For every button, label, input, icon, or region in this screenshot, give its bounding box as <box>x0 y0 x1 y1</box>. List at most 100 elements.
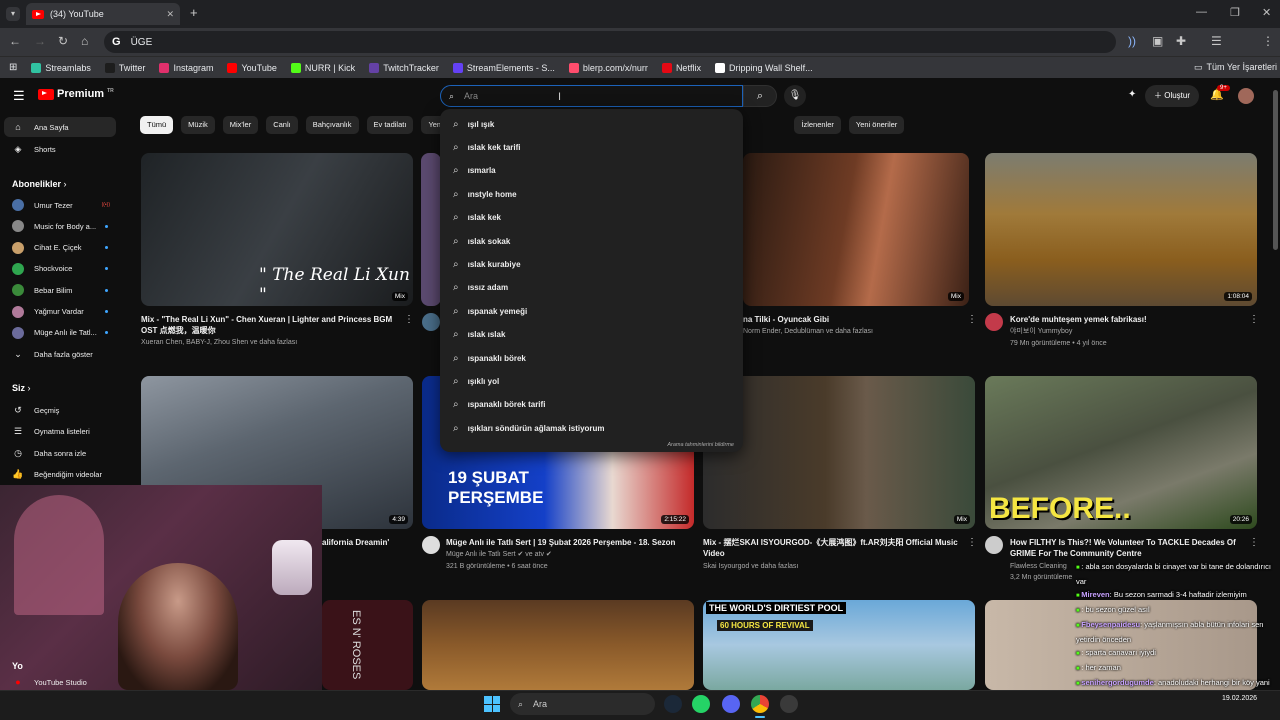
search-suggestion[interactable]: ⌕ ıslak kurabiye <box>440 253 743 275</box>
video-title-line2[interactable]: OST 点燃我，温暖你 <box>141 325 216 336</box>
chip-0[interactable]: Tümü <box>140 116 174 134</box>
video-title-line2[interactable]: GRIME For The Community Centre <box>1010 548 1142 559</box>
bookmark-item[interactable]: Instagram <box>159 62 213 73</box>
search-suggestion[interactable]: ⌕ ıslak kek tarifi <box>440 136 743 158</box>
back-icon[interactable]: ← <box>9 34 21 48</box>
search-suggestion[interactable]: ⌕ ışıkları söndürün ağlamak istiyorum <box>440 417 743 439</box>
video-title[interactable]: Mix - 摆烂SKAI ISYOURGOD-《大展鸿图》ft.AR刘夫阳 Of… <box>703 537 958 548</box>
video-channel[interactable]: Skai Isyourgod ve daha fazlası <box>703 561 798 572</box>
youtube-logo[interactable]: Premium TR <box>38 88 114 100</box>
maximize-button[interactable]: ❐ <box>1230 6 1240 19</box>
menu-icon[interactable]: ⋮ <box>1262 34 1274 48</box>
search-suggestion[interactable]: ⌕ ıslak kek <box>440 207 743 229</box>
tab-list-button[interactable]: ▾ <box>6 7 20 21</box>
bookmark-item[interactable]: StreamElements - S... <box>452 62 555 73</box>
account-avatar[interactable] <box>1238 88 1254 104</box>
chip-1[interactable]: Müzik <box>181 116 215 134</box>
apps-icon[interactable]: ⊞ <box>9 62 17 73</box>
address-bar[interactable]: G ÜGE <box>104 31 1116 53</box>
system-clock[interactable]: 19.02.2026 <box>1222 694 1257 704</box>
video-title[interactable]: Müge Anlı ile Tatlı Sert | 19 Şubat 2026… <box>446 537 675 548</box>
you-header[interactable]: Siz › <box>12 383 31 393</box>
video-thumbnail[interactable]: THE WORLD'S DIRTIEST POOL 60 HOURS OF RE… <box>703 600 975 690</box>
video-channel[interactable]: Flawless Cleaning <box>1010 561 1067 572</box>
create-button[interactable]: ＋ Oluştur <box>1145 85 1199 107</box>
search-suggestion[interactable]: ⌕ ısmarla <box>440 160 743 182</box>
bookmark-item[interactable]: Netflix <box>661 62 701 73</box>
browser-tab[interactable]: (34) YouTube ✕ <box>26 3 180 25</box>
sidebar-item-playlist[interactable]: ☰ Oynatma listeleri <box>4 422 116 442</box>
new-tab-button[interactable]: + <box>190 5 198 20</box>
bookmark-item[interactable]: blerp.com/x/nurr <box>568 62 648 73</box>
subscription-item[interactable]: Cihat E. Çiçek <box>4 238 116 258</box>
report-predictions-link[interactable]: Arama tahminlerini bildirme <box>667 442 734 448</box>
whatsapp-icon[interactable] <box>692 695 710 713</box>
search-suggestion[interactable]: ⌕ ışıklı yol <box>440 370 743 392</box>
sidebar-item-home[interactable]: ⌂ Ana Sayfa <box>4 117 116 137</box>
video-thumbnail[interactable] <box>421 153 441 306</box>
video-channel[interactable]: Xueran Chen, BABY-J, Zhou Shen ve daha f… <box>141 337 297 348</box>
video-title[interactable]: Mix - "The Real Li Xun" - Chen Xueran | … <box>141 314 403 325</box>
video-menu-icon[interactable]: ⋮ <box>967 537 977 548</box>
search-suggestion[interactable]: ⌕ ıspanaklı börek tarifi <box>440 394 743 416</box>
sidebar-item-history[interactable]: ↺ Geçmiş <box>4 400 116 420</box>
search-input[interactable]: ⌕ Ara <box>440 85 743 107</box>
extensions-icon[interactable]: ✚ <box>1176 34 1186 48</box>
search-suggestion[interactable]: ⌕ ıssız adam <box>440 277 743 299</box>
subscription-item[interactable]: Müge Anlı ile Tatl... <box>4 323 116 343</box>
video-thumbnail[interactable]: Mix <box>703 376 975 529</box>
taskbar-search[interactable]: ⌕ Ara <box>510 693 655 715</box>
chrome-icon[interactable] <box>751 695 769 713</box>
video-channel[interactable]: Norm Ender, Dedublüman ve daha fazlası <box>743 326 873 337</box>
bookmark-item[interactable]: TwitchTracker <box>369 62 439 73</box>
video-thumbnail[interactable]: ES N' ROSES <box>322 600 413 690</box>
search-suggestion[interactable]: ⌕ ıslak sokak <box>440 230 743 252</box>
video-channel[interactable]: Müge Anlı ile Tatlı Sert ✔ ve atv ✔ <box>446 549 552 560</box>
channel-avatar[interactable] <box>422 313 440 331</box>
home-icon[interactable]: ⌂ <box>81 34 88 48</box>
chip-5[interactable]: Ev tadilatı <box>366 116 414 134</box>
search-suggestion[interactable]: ⌕ ınstyle home <box>440 183 743 205</box>
chip-4[interactable]: Bahçıvanlık <box>305 116 359 134</box>
tab-close-icon[interactable]: ✕ <box>166 9 174 20</box>
video-thumbnail[interactable]: BEFORE.. 20:26 <box>985 376 1257 529</box>
video-thumbnail[interactable] <box>422 600 694 690</box>
video-title[interactable]: alifornia Dreamin' <box>322 537 389 548</box>
video-channel[interactable]: 야미보이 Yummyboy <box>1010 326 1072 337</box>
chip-8[interactable]: Yeni öneriler <box>848 116 905 134</box>
video-title[interactable]: How FILTHY Is This?! We Volunteer To TAC… <box>1010 537 1236 548</box>
search-button[interactable]: ⌕ <box>743 85 777 107</box>
subscription-item[interactable]: Shockvoice <box>4 259 116 279</box>
video-menu-icon[interactable]: ⋮ <box>404 314 414 325</box>
youtube-studio-link[interactable]: ● YouTube Studio <box>4 675 116 689</box>
chip-3[interactable]: Canlı <box>266 116 298 134</box>
reading-list-icon[interactable]: ☰ <box>1211 34 1222 48</box>
steam-icon[interactable] <box>664 695 682 713</box>
channel-avatar[interactable] <box>985 536 1003 554</box>
video-thumbnail[interactable]: " The Real Li Xun " Mix <box>141 153 413 306</box>
bookmark-item[interactable]: Twitter <box>104 62 145 73</box>
chip-7[interactable]: İzlenenler <box>794 116 841 134</box>
forward-icon[interactable]: → <box>34 34 46 48</box>
search-suggestion[interactable]: ⌕ ıspanak yemeği <box>440 300 743 322</box>
sidebar-item-clock[interactable]: ◷ Daha sonra izle <box>4 443 116 463</box>
video-thumbnail[interactable]: Mix <box>743 153 969 306</box>
channel-avatar[interactable] <box>985 313 1003 331</box>
bookmark-item[interactable]: YouTube <box>227 62 277 73</box>
video-title[interactable]: Kore'de muhteşem yemek fabrikası! <box>1010 314 1147 325</box>
video-thumbnail[interactable]: 1:08:04 <box>985 153 1257 306</box>
guide-menu-icon[interactable]: ☰ <box>13 88 25 104</box>
screenshot-icon[interactable]: ▣ <box>1152 34 1163 48</box>
sidebar-item-like[interactable]: 👍 Beğendiğim videolar <box>4 465 116 485</box>
subscription-item[interactable]: Yağmur Vardar <box>4 302 116 322</box>
page-scrollbar[interactable] <box>1273 90 1278 250</box>
sidebar-item-shorts[interactable]: ◈ Shorts <box>4 139 116 159</box>
video-menu-icon[interactable]: ⋮ <box>1249 537 1259 548</box>
stream-icon[interactable]: ✦ <box>1128 89 1136 100</box>
channel-avatar[interactable] <box>422 536 440 554</box>
subscriptions-header[interactable]: Abonelikler › <box>12 179 67 189</box>
chip-2[interactable]: Mix'ler <box>222 116 259 134</box>
voice-search-icon[interactable]: 🎙 <box>784 85 806 107</box>
obs-icon[interactable] <box>780 695 798 713</box>
search-suggestion[interactable]: ⌕ ıspanaklı börek <box>440 347 743 369</box>
